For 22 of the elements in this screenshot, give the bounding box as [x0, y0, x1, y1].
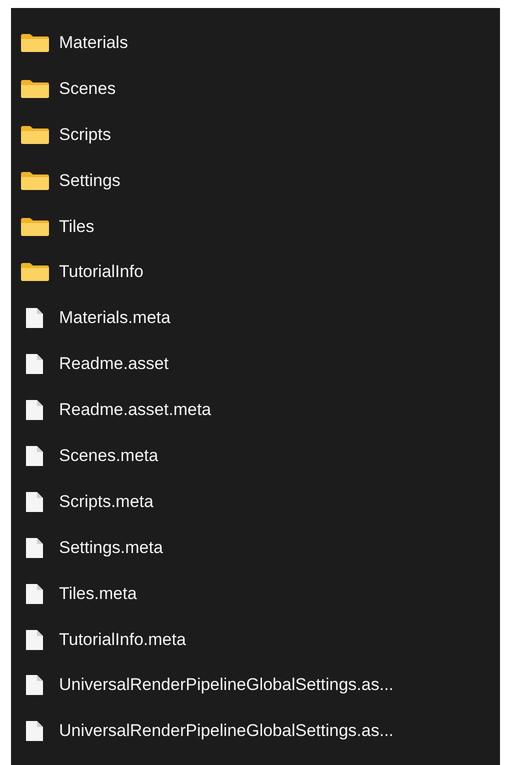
file-name[interactable]: Materials.meta	[59, 308, 170, 328]
file-name[interactable]: Readme.asset	[59, 354, 169, 374]
folder-icon	[20, 124, 50, 145]
file-name[interactable]: Scripts.meta	[59, 492, 154, 512]
folder-icon	[20, 78, 50, 99]
file-name[interactable]: TutorialInfo	[59, 262, 144, 282]
file-name[interactable]: UniversalRenderPipelineGlobalSettings.as...	[59, 675, 394, 696]
folder-icon	[20, 216, 50, 236]
file-name[interactable]: Readme.asset.meta	[59, 400, 212, 420]
file-name[interactable]: TutorialInfo.meta	[59, 630, 186, 650]
file-name[interactable]: Scenes	[59, 78, 116, 99]
folder-icon	[20, 170, 50, 191]
file-name[interactable]: Tiles.meta	[59, 584, 137, 604]
file-name[interactable]: Materials	[59, 32, 128, 53]
file-name[interactable]: Settings	[59, 170, 120, 191]
file-name[interactable]: Scripts	[59, 124, 111, 145]
file-name[interactable]: Tiles	[59, 216, 94, 236]
file-name[interactable]: UniversalRenderPipelineGlobalSettings.as...	[59, 721, 394, 742]
folder-icon	[20, 262, 50, 282]
file-name[interactable]: Scenes.meta	[59, 446, 158, 466]
file-name[interactable]: Settings.meta	[59, 538, 163, 558]
folder-icon	[20, 32, 50, 53]
